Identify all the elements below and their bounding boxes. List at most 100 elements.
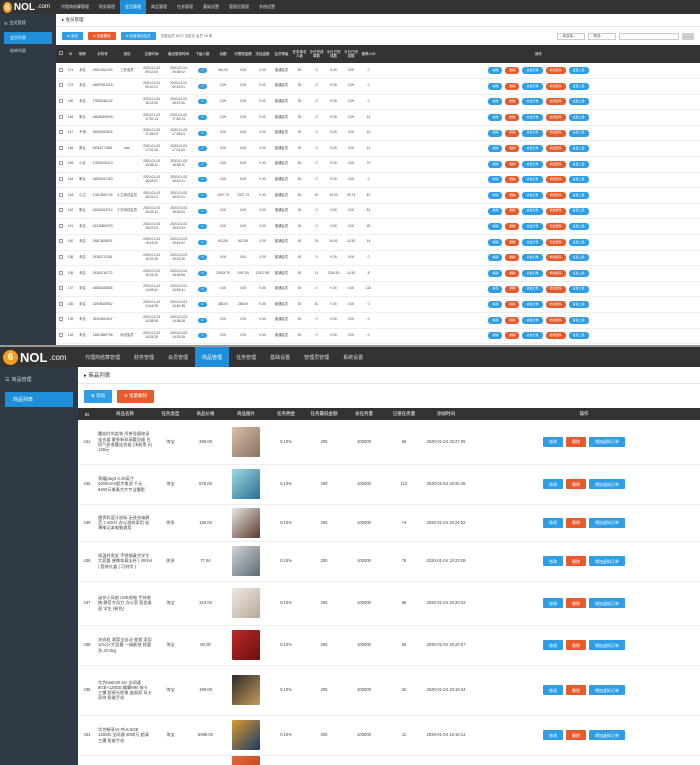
row-action-button[interactable]: 删除 bbox=[505, 160, 520, 168]
row-action-button[interactable]: 编辑 bbox=[488, 301, 503, 309]
nav-item[interactable]: 代理商结算管理 bbox=[78, 347, 127, 367]
row-action-button[interactable]: 设置上级 bbox=[568, 67, 589, 75]
row-checkbox-cell[interactable] bbox=[56, 203, 65, 220]
checkbox[interactable] bbox=[58, 317, 63, 322]
row-checkbox-cell[interactable] bbox=[56, 94, 65, 111]
add-virtual-order-button[interactable]: 增加虚拟订单 bbox=[589, 598, 625, 608]
nav-item[interactable]: 会员管理 bbox=[161, 347, 195, 367]
row-action-button[interactable]: 修改密码 bbox=[545, 238, 566, 246]
select-all-checkbox[interactable] bbox=[56, 45, 65, 63]
nav-item[interactable]: 商品管理 bbox=[146, 0, 172, 14]
add-virtual-order-button[interactable]: 增加虚拟订单 bbox=[589, 556, 625, 566]
row-action-button[interactable]: 设置上级 bbox=[568, 270, 589, 278]
sidebar-section-product[interactable]: ☰ 商品管理 bbox=[0, 367, 78, 392]
batch-add-member-button[interactable]: ⊕ 批量添加会员 bbox=[120, 32, 156, 40]
row-action-button[interactable]: 修改密码 bbox=[545, 332, 566, 340]
row-action-button[interactable]: 编辑 bbox=[488, 192, 503, 200]
row-action-button[interactable]: 修改密码 bbox=[545, 223, 566, 231]
row-action-button[interactable]: 设置上级 bbox=[568, 176, 589, 184]
row-action-button[interactable]: 修改密码 bbox=[545, 270, 566, 278]
subordinate-count-pill[interactable]: 0 bbox=[197, 99, 208, 105]
row-action-button[interactable]: 删除 bbox=[505, 238, 520, 246]
row-action-button[interactable]: 设置上级 bbox=[568, 285, 589, 293]
nav-item[interactable]: 基础设置 bbox=[198, 0, 224, 14]
edit-button[interactable]: 修改 bbox=[543, 556, 563, 566]
batch-delete-button[interactable]: ⊖ 批量删除 bbox=[87, 32, 116, 40]
checkbox[interactable] bbox=[58, 67, 63, 72]
row-action-button[interactable]: 编辑 bbox=[488, 145, 503, 153]
subordinate-count-pill[interactable]: 0 bbox=[197, 146, 208, 152]
row-action-button[interactable]: 设置上级 bbox=[568, 332, 589, 340]
row-checkbox-cell[interactable] bbox=[56, 109, 65, 126]
row-action-button[interactable]: 修改密码 bbox=[545, 82, 566, 90]
row-action-button[interactable]: 编辑 bbox=[488, 67, 503, 75]
row-action-button[interactable]: 设置上级 bbox=[568, 129, 589, 137]
row-action-button[interactable]: 编辑 bbox=[488, 254, 503, 262]
row-action-button[interactable]: 编辑 bbox=[488, 223, 503, 231]
add-virtual-order-button[interactable]: 增加虚拟订单 bbox=[589, 517, 625, 528]
subordinate-count-pill[interactable]: 0 bbox=[197, 239, 208, 245]
nav-item[interactable]: 商品管理 bbox=[195, 347, 230, 367]
edit-button[interactable]: 修改 bbox=[543, 479, 563, 489]
subordinate-count-pill[interactable]: 0 bbox=[197, 68, 208, 74]
row-action-button[interactable]: 删除 bbox=[505, 129, 520, 137]
row-action-button[interactable]: 资金记录 bbox=[522, 82, 543, 90]
row-action-button[interactable]: 资金记录 bbox=[522, 285, 543, 293]
row-action-button[interactable]: 修改密码 bbox=[545, 114, 566, 122]
nav-item[interactable]: 管理员管理 bbox=[297, 347, 336, 367]
row-action-button[interactable]: 编辑 bbox=[488, 316, 503, 324]
subordinate-count-pill[interactable]: 0 bbox=[197, 130, 208, 136]
subordinate-count-pill[interactable]: 0 bbox=[197, 224, 208, 230]
nav-item[interactable]: 任务管理 bbox=[172, 0, 198, 14]
checkbox[interactable] bbox=[58, 254, 63, 259]
row-action-button[interactable]: 资金记录 bbox=[522, 270, 543, 278]
row-action-button[interactable]: 资金记录 bbox=[522, 114, 543, 122]
checkbox[interactable] bbox=[58, 99, 63, 103]
add-virtual-order-button[interactable]: 增加虚拟订单 bbox=[589, 436, 625, 447]
subordinate-count-pill[interactable]: 0 bbox=[197, 302, 208, 308]
row-action-button[interactable]: 编辑 bbox=[488, 114, 503, 122]
delete-button[interactable]: 删除 bbox=[566, 556, 586, 566]
checkbox[interactable] bbox=[58, 145, 63, 150]
subordinate-count-pill[interactable]: 0 bbox=[197, 333, 208, 339]
checkbox[interactable] bbox=[58, 332, 63, 337]
row-action-button[interactable]: 资金记录 bbox=[522, 207, 543, 215]
checkbox[interactable] bbox=[58, 51, 63, 56]
row-action-button[interactable]: 设置上级 bbox=[568, 316, 589, 324]
add-button[interactable]: ⊕ 添加 bbox=[84, 389, 113, 403]
subordinate-count-pill[interactable]: 0 bbox=[197, 177, 208, 183]
row-action-button[interactable]: 设置上级 bbox=[568, 98, 589, 106]
search-button[interactable] bbox=[682, 32, 694, 40]
subordinate-count-pill[interactable]: 0 bbox=[197, 317, 208, 323]
nav-item[interactable]: 财务管理 bbox=[94, 0, 120, 14]
row-action-button[interactable]: 设置上级 bbox=[568, 192, 589, 200]
row-action-button[interactable]: 资金记录 bbox=[522, 301, 543, 309]
row-action-button[interactable]: 设置上级 bbox=[568, 301, 589, 309]
sidebar-item-order-list[interactable]: 结单列表 bbox=[0, 44, 56, 58]
row-action-button[interactable]: 修改密码 bbox=[545, 254, 566, 262]
row-action-button[interactable]: 设置上级 bbox=[568, 82, 589, 90]
row-action-button[interactable]: 修改密码 bbox=[545, 145, 566, 153]
checkbox[interactable] bbox=[58, 208, 63, 213]
add-virtual-order-button[interactable]: 增加虚拟订单 bbox=[589, 730, 625, 740]
delete-button[interactable]: 删除 bbox=[566, 517, 586, 528]
row-action-button[interactable]: 修改密码 bbox=[545, 207, 566, 215]
row-action-button[interactable]: 修改密码 bbox=[545, 67, 566, 75]
row-action-button[interactable]: 资金记录 bbox=[522, 238, 543, 246]
row-action-button[interactable]: 设置上级 bbox=[568, 160, 589, 168]
edit-button[interactable]: 修改 bbox=[543, 598, 563, 608]
row-action-button[interactable]: 修改密码 bbox=[545, 316, 566, 324]
row-action-button[interactable]: 修改密码 bbox=[545, 98, 566, 106]
row-checkbox-cell[interactable] bbox=[56, 234, 65, 251]
row-action-button[interactable]: 删除 bbox=[505, 176, 520, 184]
row-action-button[interactable]: 修改密码 bbox=[545, 176, 566, 184]
subordinate-count-pill[interactable]: 0 bbox=[197, 193, 208, 199]
row-action-button[interactable]: 资金记录 bbox=[522, 98, 543, 106]
row-action-button[interactable]: 修改密码 bbox=[545, 192, 566, 200]
row-action-button[interactable]: 设置上级 bbox=[568, 254, 589, 262]
row-action-button[interactable]: 设置上级 bbox=[568, 238, 589, 246]
row-action-button[interactable]: 资金记录 bbox=[522, 160, 543, 168]
checkbox[interactable] bbox=[58, 286, 63, 291]
search-input[interactable] bbox=[619, 32, 679, 40]
level-select[interactable]: --请选择-- bbox=[557, 32, 585, 40]
